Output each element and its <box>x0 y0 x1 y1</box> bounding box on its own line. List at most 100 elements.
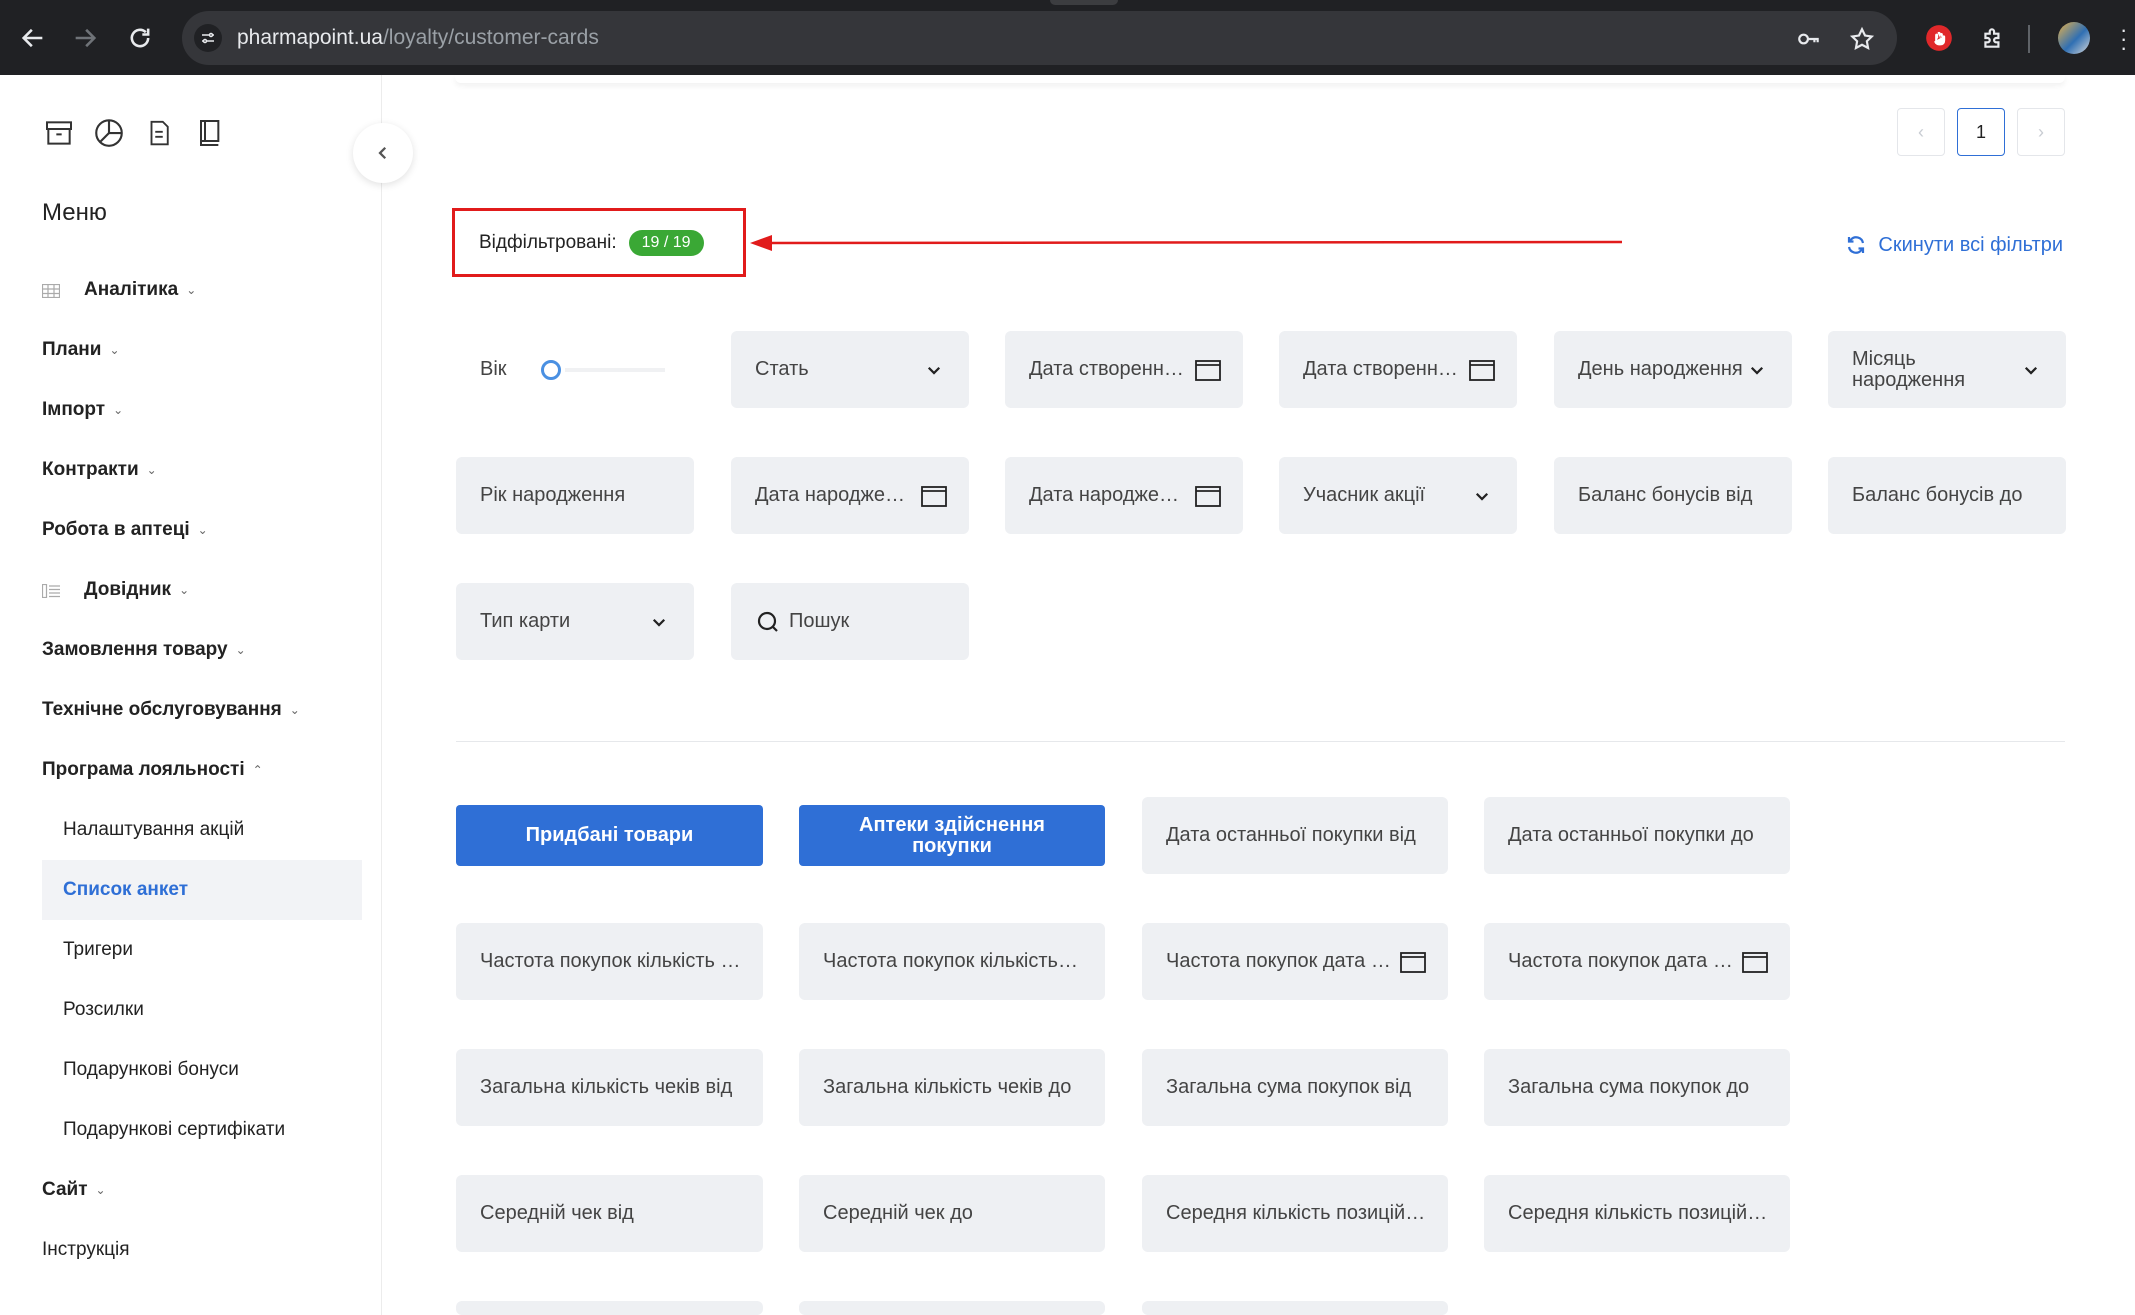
archive-icon[interactable] <box>42 115 76 151</box>
calendar-icon <box>921 484 947 508</box>
sidebar-subitem-questionnaires[interactable]: Список анкет <box>42 860 362 920</box>
site-settings-icon[interactable] <box>194 24 222 52</box>
bookmark-star-icon[interactable] <box>1848 25 1876 53</box>
sidebar-item-loyalty[interactable]: Програма лояльності ⌃ <box>42 740 362 800</box>
avg-positions-from-input[interactable]: Середня кількість позицій від <box>1142 1175 1448 1252</box>
pagination-prev-button[interactable]: ‹ <box>1897 108 1945 156</box>
card-edge <box>455 75 2065 83</box>
calendar-icon <box>1195 358 1221 382</box>
birth-month-select[interactable]: Місяць народження <box>1828 331 2066 408</box>
last-purchase-from-input[interactable]: Дата останньої покупки від <box>1142 797 1448 874</box>
chevron-up-icon: ⌃ <box>252 763 263 777</box>
created-to-date[interactable]: Дата створення до <box>1279 331 1517 408</box>
sidebar-item-label: Робота в аптеці <box>42 519 190 540</box>
next-row-field[interactable] <box>1142 1301 1448 1315</box>
chevron-down-icon <box>1469 484 1495 508</box>
birth-year-input[interactable]: Рік народження <box>456 457 694 534</box>
last-purchase-to-input[interactable]: Дата останньої покупки до <box>1484 797 1790 874</box>
sidebar-item-directory[interactable]: Довідник ⌄ <box>41 560 362 620</box>
sidebar-item-label: Інструкція <box>42 1239 130 1260</box>
birth-date-to[interactable]: Дата народження до <box>1005 457 1243 534</box>
sidebar-item-label: Замовлення товару <box>42 639 228 660</box>
avg-check-to-label: Середній чек до <box>823 1202 973 1224</box>
sidebar-item-plans[interactable]: Плани ⌄ <box>42 320 362 380</box>
forward-icon[interactable] <box>66 19 104 57</box>
search-input[interactable]: Пошук <box>731 583 969 660</box>
freq-date-to[interactable]: Частота покупок дата до <box>1484 923 1790 1000</box>
collapse-sidebar-button[interactable] <box>353 123 413 183</box>
next-row-field[interactable] <box>799 1301 1105 1315</box>
extensions-puzzle-icon[interactable] <box>1977 22 2009 54</box>
freq-date-to-label: Частота покупок дата до <box>1508 950 1734 972</box>
birth-day-select[interactable]: День народження <box>1554 331 1792 408</box>
more-menu-icon[interactable]: · · · <box>2120 19 2128 59</box>
sidebar-subitem-mailings[interactable]: Розсилки <box>42 980 362 1040</box>
extension-stop-icon[interactable] <box>1923 22 1955 54</box>
key-icon[interactable] <box>1795 25 1823 53</box>
birth-date-from[interactable]: Дата народження від <box>731 457 969 534</box>
calendar-icon <box>1400 950 1426 974</box>
age-slider-track[interactable] <box>564 367 665 372</box>
sidebar-subitem-gift-certificates[interactable]: Подарункові сертифікати <box>42 1100 362 1160</box>
card-type-select[interactable]: Тип карти <box>456 583 694 660</box>
age-filter[interactable]: Вік <box>456 331 694 408</box>
chevron-down-icon <box>1744 358 1770 382</box>
back-icon[interactable] <box>14 19 52 57</box>
sidebar-item-orders[interactable]: Замовлення товару ⌄ <box>42 620 362 680</box>
sidebar-item-maintenance[interactable]: Технічне обслуговування ⌄ <box>42 680 362 740</box>
sidebar-item-instructions[interactable]: Інструкція <box>42 1220 362 1280</box>
sidebar-item-site[interactable]: Сайт ⌄ <box>42 1160 362 1220</box>
sidebar-item-pharmacy-work[interactable]: Робота в аптеці ⌄ <box>42 500 362 560</box>
sidebar-item-label: Довідник <box>84 579 172 600</box>
avg-check-from-input[interactable]: Середній чек від <box>456 1175 763 1252</box>
bonus-to-input[interactable]: Баланс бонусів до <box>1828 457 2066 534</box>
age-slider-handle[interactable] <box>540 359 561 380</box>
chevron-down-icon <box>921 358 947 382</box>
pagination: ‹ 1 › <box>1897 108 2065 156</box>
checks-total-to-input[interactable]: Загальна кількість чеків до <box>799 1049 1105 1126</box>
chevron-down-icon: ⌄ <box>113 403 124 417</box>
browser-toolbar: pharmapoint.ua/loyalty/customer-cards · ·… <box>0 0 2135 75</box>
reset-filters-link[interactable]: Скинути всі фільтри <box>1844 233 2063 257</box>
card-type-label: Тип карти <box>480 610 571 632</box>
book-icon[interactable] <box>192 115 226 151</box>
bought-goods-button[interactable]: Придбані товари <box>456 805 763 866</box>
search-placeholder: Пошук <box>789 610 850 632</box>
sidebar-item-label: Аналітика <box>84 279 179 300</box>
purchase-pharmacies-button[interactable]: Аптеки здійснення покупки <box>799 805 1105 866</box>
search-icon <box>755 610 781 634</box>
document-icon[interactable] <box>142 115 176 151</box>
bonus-from-input[interactable]: Баланс бонусів від <box>1554 457 1792 534</box>
avg-positions-to-input[interactable]: Середня кількість позицій до <box>1484 1175 1790 1252</box>
sidebar-subitem-gift-bonuses[interactable]: Подарункові бонуси <box>42 1040 362 1100</box>
chevron-down-icon: ⌄ <box>179 583 190 597</box>
checks-total-from-input[interactable]: Загальна кількість чеків від <box>456 1049 763 1126</box>
last-purchase-to-label: Дата останньої покупки до <box>1508 824 1754 846</box>
sidebar-subitem-promo-settings[interactable]: Налаштування акцій <box>42 800 362 860</box>
sidebar-item-import[interactable]: Імпорт ⌄ <box>42 380 362 440</box>
pagination-page-button[interactable]: 1 <box>1957 108 2005 156</box>
created-from-date[interactable]: Дата створення від <box>1005 331 1243 408</box>
next-row-field[interactable] <box>456 1301 763 1315</box>
freq-count-to-input[interactable]: Частота покупок кількість до <box>799 923 1105 1000</box>
chevron-down-icon: ⌄ <box>186 283 197 297</box>
sidebar-item-analytics[interactable]: Аналітика ⌄ <box>41 260 362 320</box>
sum-total-to-input[interactable]: Загальна сума покупок до <box>1484 1049 1790 1126</box>
sum-total-from-input[interactable]: Загальна сума покупок від <box>1142 1049 1448 1126</box>
freq-date-from[interactable]: Частота покупок дата від <box>1142 923 1448 1000</box>
gender-select[interactable]: Стать <box>731 331 969 408</box>
promo-member-select[interactable]: Учасник акції <box>1279 457 1517 534</box>
sidebar-subitem-triggers[interactable]: Тригери <box>42 920 362 980</box>
freq-count-from-input[interactable]: Частота покупок кількість від <box>456 923 763 1000</box>
pagination-next-button[interactable]: › <box>2017 108 2065 156</box>
avg-check-to-input[interactable]: Середній чек до <box>799 1175 1105 1252</box>
reload-icon[interactable] <box>121 19 159 57</box>
calendar-icon <box>1195 484 1221 508</box>
sidebar-item-contracts[interactable]: Контракти ⌄ <box>42 440 362 500</box>
pie-chart-icon[interactable] <box>92 115 126 151</box>
reset-filters-label: Скинути всі фільтри <box>1878 233 2063 256</box>
bonus-to-label: Баланс бонусів до <box>1852 484 2023 506</box>
profile-avatar[interactable] <box>2058 22 2090 54</box>
calendar-icon <box>1742 950 1768 974</box>
address-bar[interactable]: pharmapoint.ua/loyalty/customer-cards <box>182 11 1897 65</box>
